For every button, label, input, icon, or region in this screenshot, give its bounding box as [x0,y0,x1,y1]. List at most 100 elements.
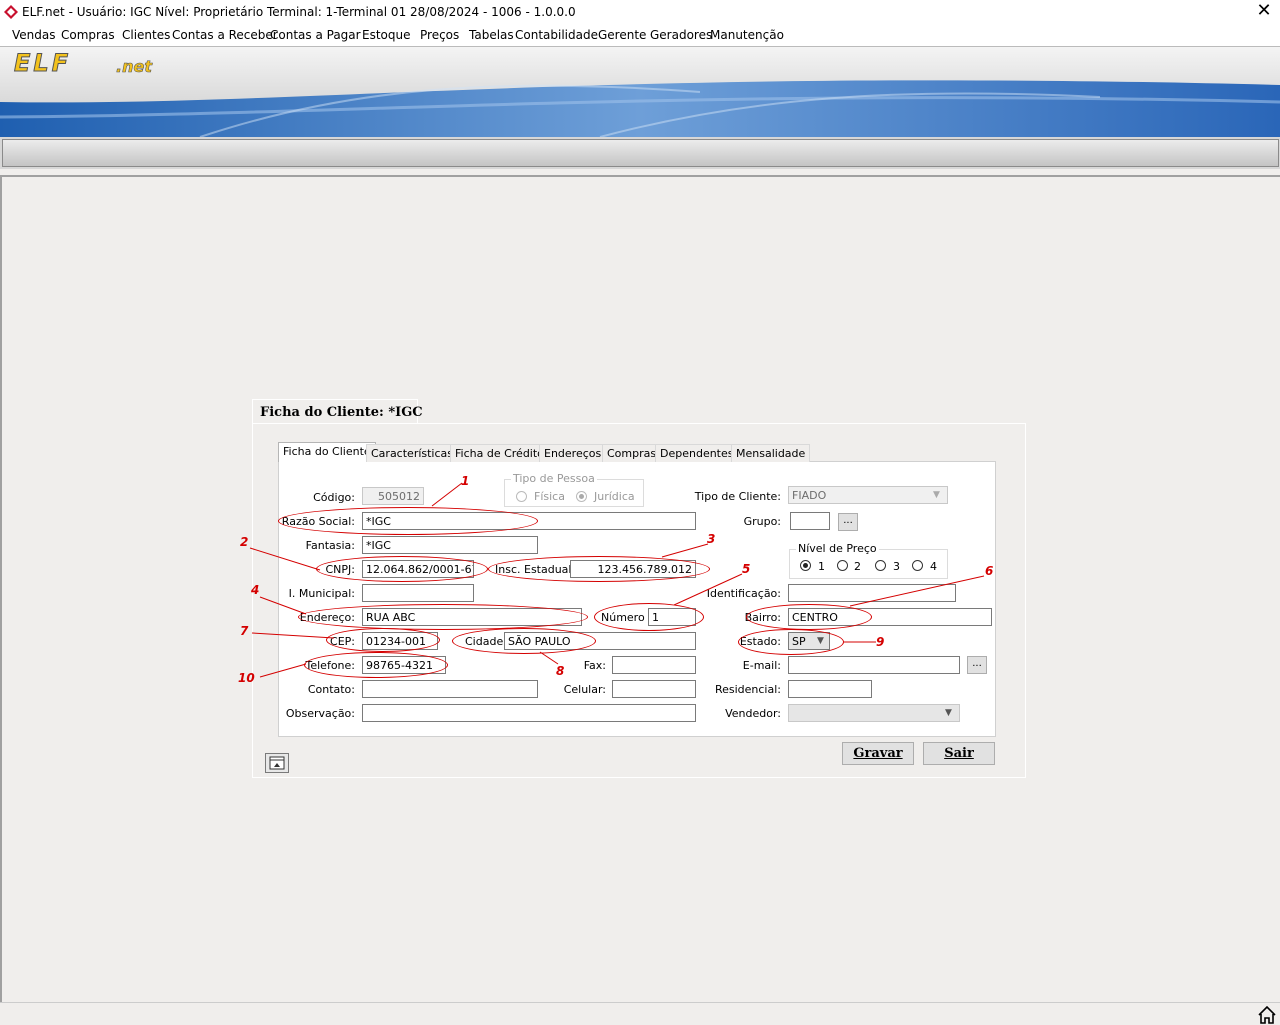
fax-label: Fax: [583,659,606,672]
menu-bar: Vendas Compras Clientes Contas a Receber… [0,24,1280,46]
annotation-number-10: 10 [238,671,255,685]
menu-manutencao[interactable]: Manutenção [710,28,784,42]
menu-estoque[interactable]: Estoque [362,28,411,42]
radio-nivel-4[interactable] [912,560,923,571]
annotation-ellipse-5 [594,603,704,631]
tab-enderecos[interactable]: Endereços [539,444,607,462]
contato-field[interactable] [362,680,538,698]
annotation-number-5: 5 [742,562,751,576]
radio-nivel-3[interactable] [875,560,886,571]
menu-contas-pagar[interactable]: Contas a Pagar [270,28,361,42]
annotation-ellipse-7 [326,628,440,652]
tipo-pessoa-title: Tipo de Pessoa [511,472,597,485]
tipo-cliente-select: FIADO [788,486,948,504]
brand-logo-suffix: .net [116,57,153,77]
menu-gerente[interactable]: Gerente [598,28,646,42]
annotation-number-9: 9 [876,635,885,649]
tab-compras[interactable]: Compras [602,444,662,462]
radio-juridica [576,491,587,502]
celular-field[interactable] [612,680,696,698]
celular-label: Celular: [563,683,606,696]
gravar-button[interactable]: Gravar [842,742,914,765]
fantasia-field[interactable]: *IGC [362,536,538,554]
window-icon[interactable] [265,753,289,773]
vendedor-select[interactable] [788,704,960,722]
email-label: E-mail: [742,659,781,672]
annotation-number-3: 3 [707,532,716,546]
observacao-label: Observação: [285,707,355,720]
identificacao-field[interactable] [788,584,956,602]
annotation-ellipse-6 [746,604,872,630]
grupo-label: Grupo: [743,515,781,528]
residencial-label: Residencial: [714,683,781,696]
email-field[interactable] [788,656,960,674]
menu-clientes[interactable]: Clientes [122,28,170,42]
radio-juridica-label: Jurídica [594,490,635,503]
annotation-ellipse-9 [738,629,844,655]
annotation-ellipse-3 [488,556,710,582]
radio-nivel-1-label: 1 [818,560,825,573]
annotation-ellipse-1 [278,507,538,535]
codigo-label: Código: [313,491,355,504]
home-icon[interactable] [1258,1006,1276,1024]
dialog-title: Ficha do Cliente: *IGC [260,405,423,420]
banner-artwork [0,47,1280,137]
app-logo-icon [4,5,18,19]
vendedor-label: Vendedor: [725,707,781,720]
tipo-cliente-label: Tipo de Cliente: [694,490,781,503]
tab-caracteristicas[interactable]: Características [366,444,459,462]
fax-field[interactable] [612,656,696,674]
menu-geradores[interactable]: Geradores [650,28,712,42]
annotation-ellipse-2 [316,556,488,582]
radio-nivel-4-label: 4 [930,560,937,573]
radio-fisica-label: Física [534,490,565,503]
window-glyph-icon [269,756,285,770]
radio-nivel-2-label: 2 [854,560,861,573]
gravar-button-label: Gravar [853,746,903,761]
brand-logo: ELF [13,49,72,78]
identificacao-label: Identificação: [706,587,781,600]
title-bar: ELF.net - Usuário: IGC Nível: Proprietár… [0,0,1280,24]
menu-vendas[interactable]: Vendas [12,28,56,42]
annotation-number-8: 8 [556,664,565,678]
close-button[interactable]: ✕ [1252,0,1276,24]
contato-label: Contato: [307,683,355,696]
tab-ficha-credito[interactable]: Ficha de Crédito [450,444,549,462]
annotation-number-1: 1 [461,474,470,488]
window-title: ELF.net - Usuário: IGC Nível: Proprietár… [22,5,576,19]
annotation-ellipse-8 [452,628,596,654]
tab-dependentes[interactable]: Dependentes [655,444,739,462]
banner: ELF .net [0,46,1280,169]
annotation-number-2: 2 [240,535,249,549]
menu-contabilidade[interactable]: Contabilidade [515,28,598,42]
nivel-preco-title: Nível de Preço [796,542,879,555]
toolbar [2,139,1279,167]
annotation-number-6: 6 [985,564,994,578]
chevron-down-icon: ▼ [933,490,940,500]
codigo-field: 505012 [362,487,424,505]
menu-compras[interactable]: Compras [61,28,115,42]
residencial-field[interactable] [788,680,872,698]
menu-tabelas[interactable]: Tabelas [469,28,514,42]
observacao-field[interactable] [362,704,696,722]
grupo-lookup-button[interactable]: ... [838,513,858,531]
radio-fisica [516,491,527,502]
email-button[interactable]: ... [967,656,987,674]
sair-button[interactable]: Sair [923,742,995,765]
sair-button-label: Sair [944,746,974,761]
radio-nivel-1[interactable] [800,560,811,571]
inscricao-municipal-label: I. Municipal: [288,587,355,600]
tab-ficha-cliente[interactable]: Ficha do Cliente [278,442,376,462]
annotation-ellipse-10 [304,652,448,678]
annotation-ellipse-4 [298,604,588,630]
nivel-preco-group: Nível de Preço [789,542,948,579]
fantasia-label: Fantasia: [305,539,355,552]
tab-mensalidade[interactable]: Mensalidade [731,444,811,462]
menu-contas-receber[interactable]: Contas a Receber [172,28,278,42]
radio-nivel-2[interactable] [837,560,848,571]
menu-precos[interactable]: Preços [420,28,459,42]
inscricao-municipal-field[interactable] [362,584,474,602]
grupo-field[interactable] [790,512,830,530]
status-bar [0,1002,1280,1025]
annotation-number-7: 7 [240,624,249,638]
